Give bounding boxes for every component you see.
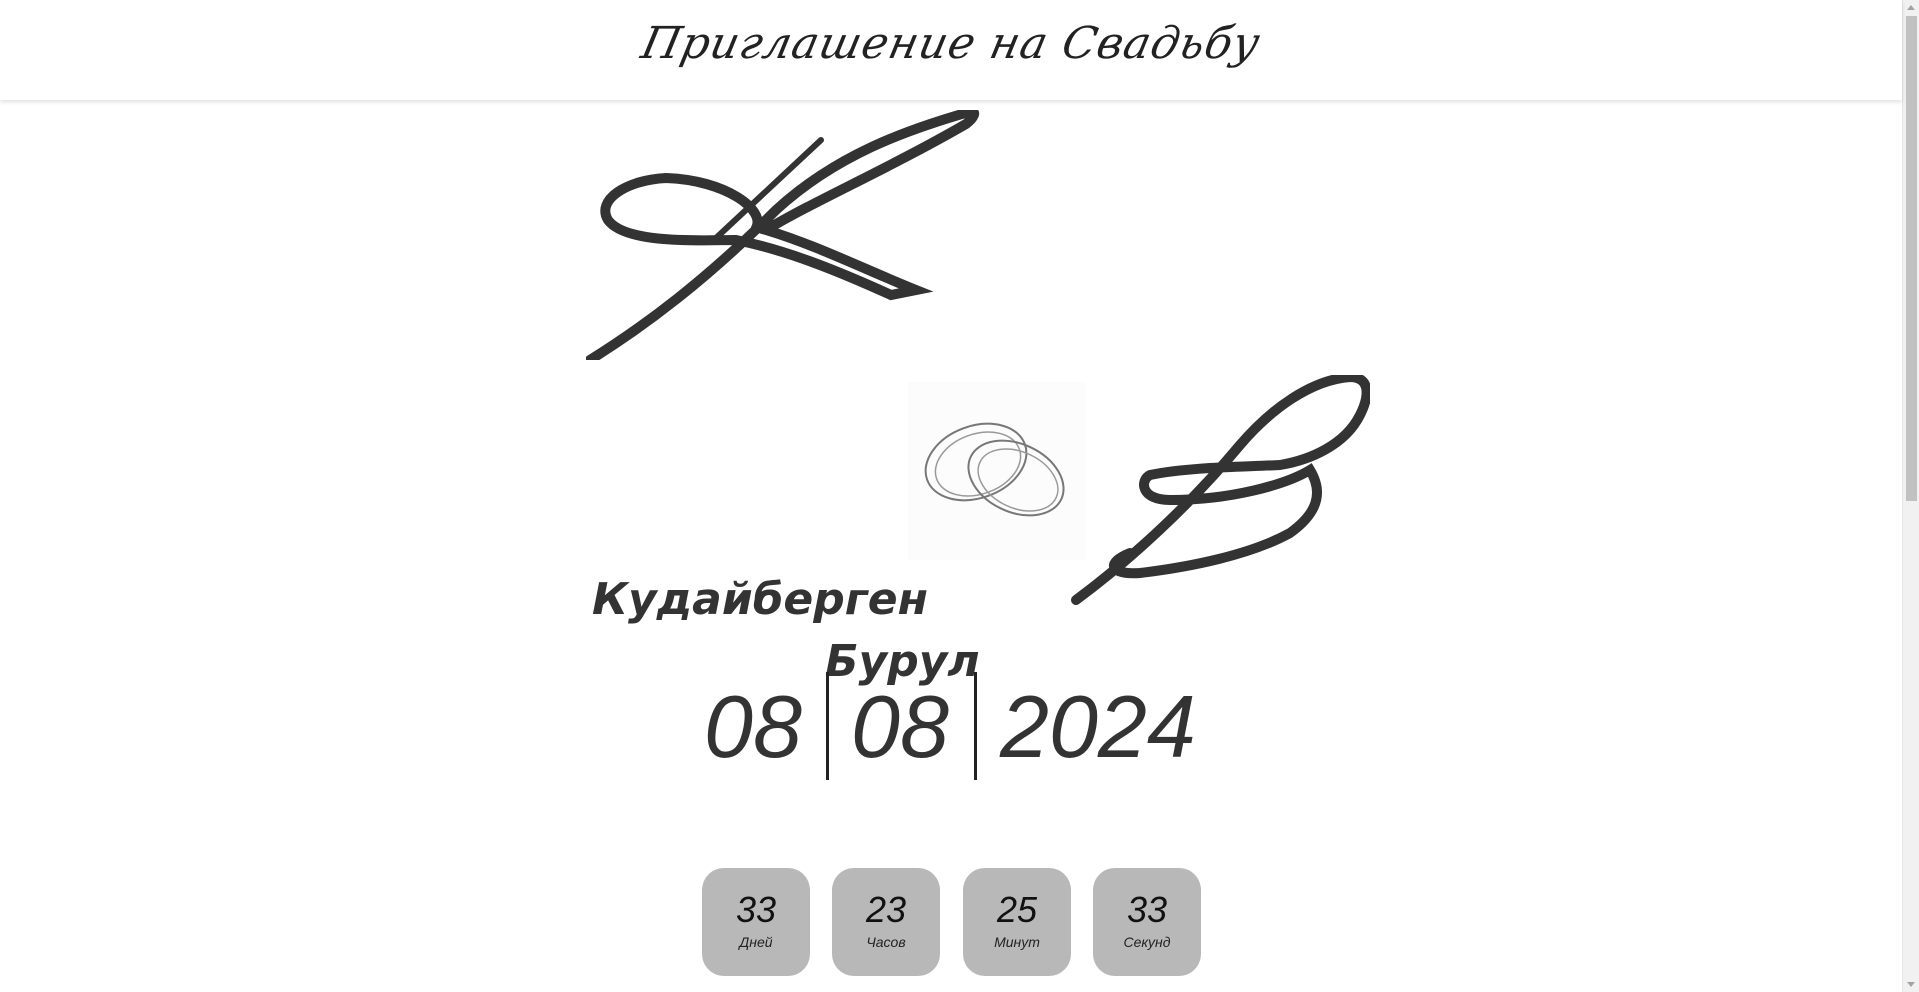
countdown-days: 33 Дней (702, 868, 810, 976)
date-divider (826, 672, 829, 780)
hero-section: Кудайберген Бурул (0, 100, 1902, 992)
countdown-hours: 23 Часов (832, 868, 940, 976)
script-letter-b-icon (1070, 375, 1370, 605)
countdown-label: Дней (739, 934, 773, 950)
scroll-down-arrow-icon[interactable] (1907, 982, 1915, 987)
wedding-date: 08 08 2024 (0, 672, 1902, 782)
countdown-value: 23 (865, 889, 907, 930)
page-title: Приглашение на Свадьбу (636, 18, 1266, 69)
countdown-value: 33 (735, 889, 777, 930)
scroll-up-arrow-icon[interactable] (1907, 5, 1915, 10)
countdown-label: Секунд (1123, 934, 1171, 950)
countdown-minutes: 25 Минут (963, 868, 1071, 976)
vertical-scrollbar[interactable] (1902, 0, 1919, 992)
date-month: 08 (851, 677, 949, 776)
groom-name: Кудайберген (592, 574, 928, 625)
site-header: Приглашение на Свадьбу (0, 0, 1902, 100)
date-divider (974, 672, 977, 780)
scrollbar-thumb[interactable] (1906, 16, 1917, 501)
script-letter-k-icon (586, 110, 986, 360)
countdown-label: Минут (994, 934, 1040, 950)
countdown-seconds: 33 Секунд (1093, 868, 1201, 976)
wedding-rings-icon (908, 382, 1086, 560)
date-day: 08 (704, 677, 802, 776)
date-year: 2024 (1000, 677, 1196, 776)
countdown-value: 25 (996, 889, 1038, 930)
countdown-value: 33 (1126, 889, 1168, 930)
countdown-timer: 33 Дней 23 Часов 25 Минут 33 Секунд (0, 868, 1902, 976)
countdown-label: Часов (866, 934, 906, 950)
